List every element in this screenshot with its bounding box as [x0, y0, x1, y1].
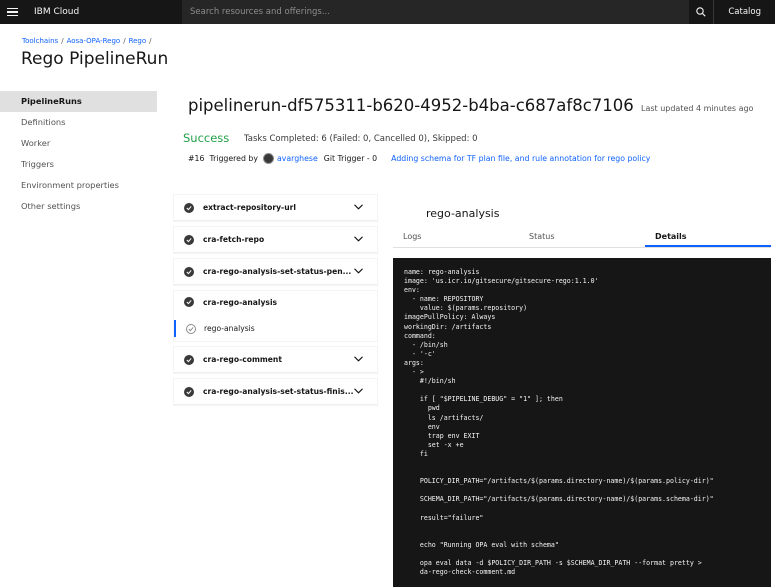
tab-details[interactable]: Details	[645, 228, 771, 247]
chevron-down-icon[interactable]	[354, 388, 363, 394]
sidebar: PipelineRuns Definitions Worker Triggers…	[0, 91, 157, 217]
run-meta: #16 Triggered by avarghese Git Trigger -…	[188, 153, 650, 164]
chevron-down-icon[interactable]	[354, 356, 363, 362]
step-label: rego-analysis	[204, 324, 255, 333]
catalog-link[interactable]: Catalog	[713, 0, 775, 24]
checkmark-icon	[184, 202, 194, 213]
task-label: cra-rego-analysis-set-status-pen...	[203, 267, 352, 276]
user-link[interactable]: avarghese	[277, 154, 318, 163]
checkmark-icon	[184, 386, 194, 397]
task-item-expanded[interactable]: cra-rego-analysis rego-analysis	[174, 291, 377, 341]
task-item[interactable]: cra-rego-comment	[174, 347, 377, 373]
avatar	[262, 153, 274, 164]
task-label: cra-fetch-repo	[203, 235, 265, 244]
triggered-by-label: Triggered by	[209, 154, 258, 163]
task-label: cra-rego-analysis	[203, 297, 278, 307]
task-step[interactable]: rego-analysis	[174, 320, 255, 337]
page-title: Rego PipelineRun	[21, 49, 169, 69]
run-status: Success	[183, 131, 230, 145]
checkmark-icon	[184, 297, 194, 307]
chevron-down-icon[interactable]	[354, 236, 363, 242]
breadcrumb-pipeline[interactable]: Rego	[129, 37, 147, 45]
pipelinerun-title: pipelinerun-df575311-b620-4952-b4ba-c687…	[188, 96, 634, 115]
chevron-down-icon[interactable]	[354, 268, 363, 274]
task-label: cra-rego-comment	[203, 355, 282, 364]
details-yaml: name: rego-analysis image: 'us.icr.io/gi…	[393, 258, 771, 587]
tab-logs[interactable]: Logs	[393, 228, 519, 247]
task-label: extract-repository-url	[203, 203, 296, 212]
detail-tabs: Logs Status Details	[393, 228, 771, 248]
breadcrumb-toolchain[interactable]: Aosa-OPA-Rego	[67, 37, 121, 45]
hamburger-menu-icon[interactable]	[0, 0, 24, 24]
sidebar-item-other-settings[interactable]: Other settings	[0, 196, 157, 217]
task-item[interactable]: extract-repository-url	[174, 195, 377, 221]
search-icon[interactable]	[689, 0, 714, 24]
tasks-summary: Tasks Completed: 6 (Failed: 0, Cancelled…	[244, 134, 478, 144]
task-item[interactable]: cra-rego-analysis-set-status-finis...	[174, 379, 377, 405]
panel-title: rego-analysis	[426, 207, 500, 220]
commit-link[interactable]: Adding schema for TF plan file, and rule…	[391, 154, 650, 163]
sidebar-item-environment-properties[interactable]: Environment properties	[0, 175, 157, 196]
last-updated: Last updated 4 minutes ago	[641, 104, 754, 113]
tab-status[interactable]: Status	[519, 228, 645, 247]
sidebar-item-pipelineruns[interactable]: PipelineRuns	[0, 91, 157, 112]
breadcrumb: Toolchains / Aosa-OPA-Rego / Rego /	[22, 37, 152, 45]
chevron-down-icon[interactable]	[354, 204, 363, 210]
task-item[interactable]: cra-rego-analysis-set-status-pen...	[174, 259, 377, 285]
task-item[interactable]: cra-fetch-repo	[174, 227, 377, 253]
top-bar: IBM Cloud Search resources and offerings…	[0, 0, 775, 24]
breadcrumb-toolchains[interactable]: Toolchains	[22, 37, 58, 45]
brand-name[interactable]: IBM Cloud	[24, 7, 182, 17]
sidebar-item-worker[interactable]: Worker	[0, 133, 157, 154]
sidebar-item-definitions[interactable]: Definitions	[0, 112, 157, 133]
run-number: #16	[188, 154, 205, 163]
trigger-name: Git Trigger - 0	[323, 154, 378, 163]
checkmark-icon	[184, 234, 194, 245]
step-check-icon	[186, 323, 196, 334]
task-list: extract-repository-url cra-fetch-repo cr…	[174, 195, 377, 411]
sidebar-item-triggers[interactable]: Triggers	[0, 154, 157, 175]
search-input[interactable]: Search resources and offerings...	[182, 0, 690, 24]
task-label: cra-rego-analysis-set-status-finis...	[203, 387, 353, 396]
checkmark-icon	[184, 266, 194, 277]
checkmark-icon	[184, 354, 194, 365]
